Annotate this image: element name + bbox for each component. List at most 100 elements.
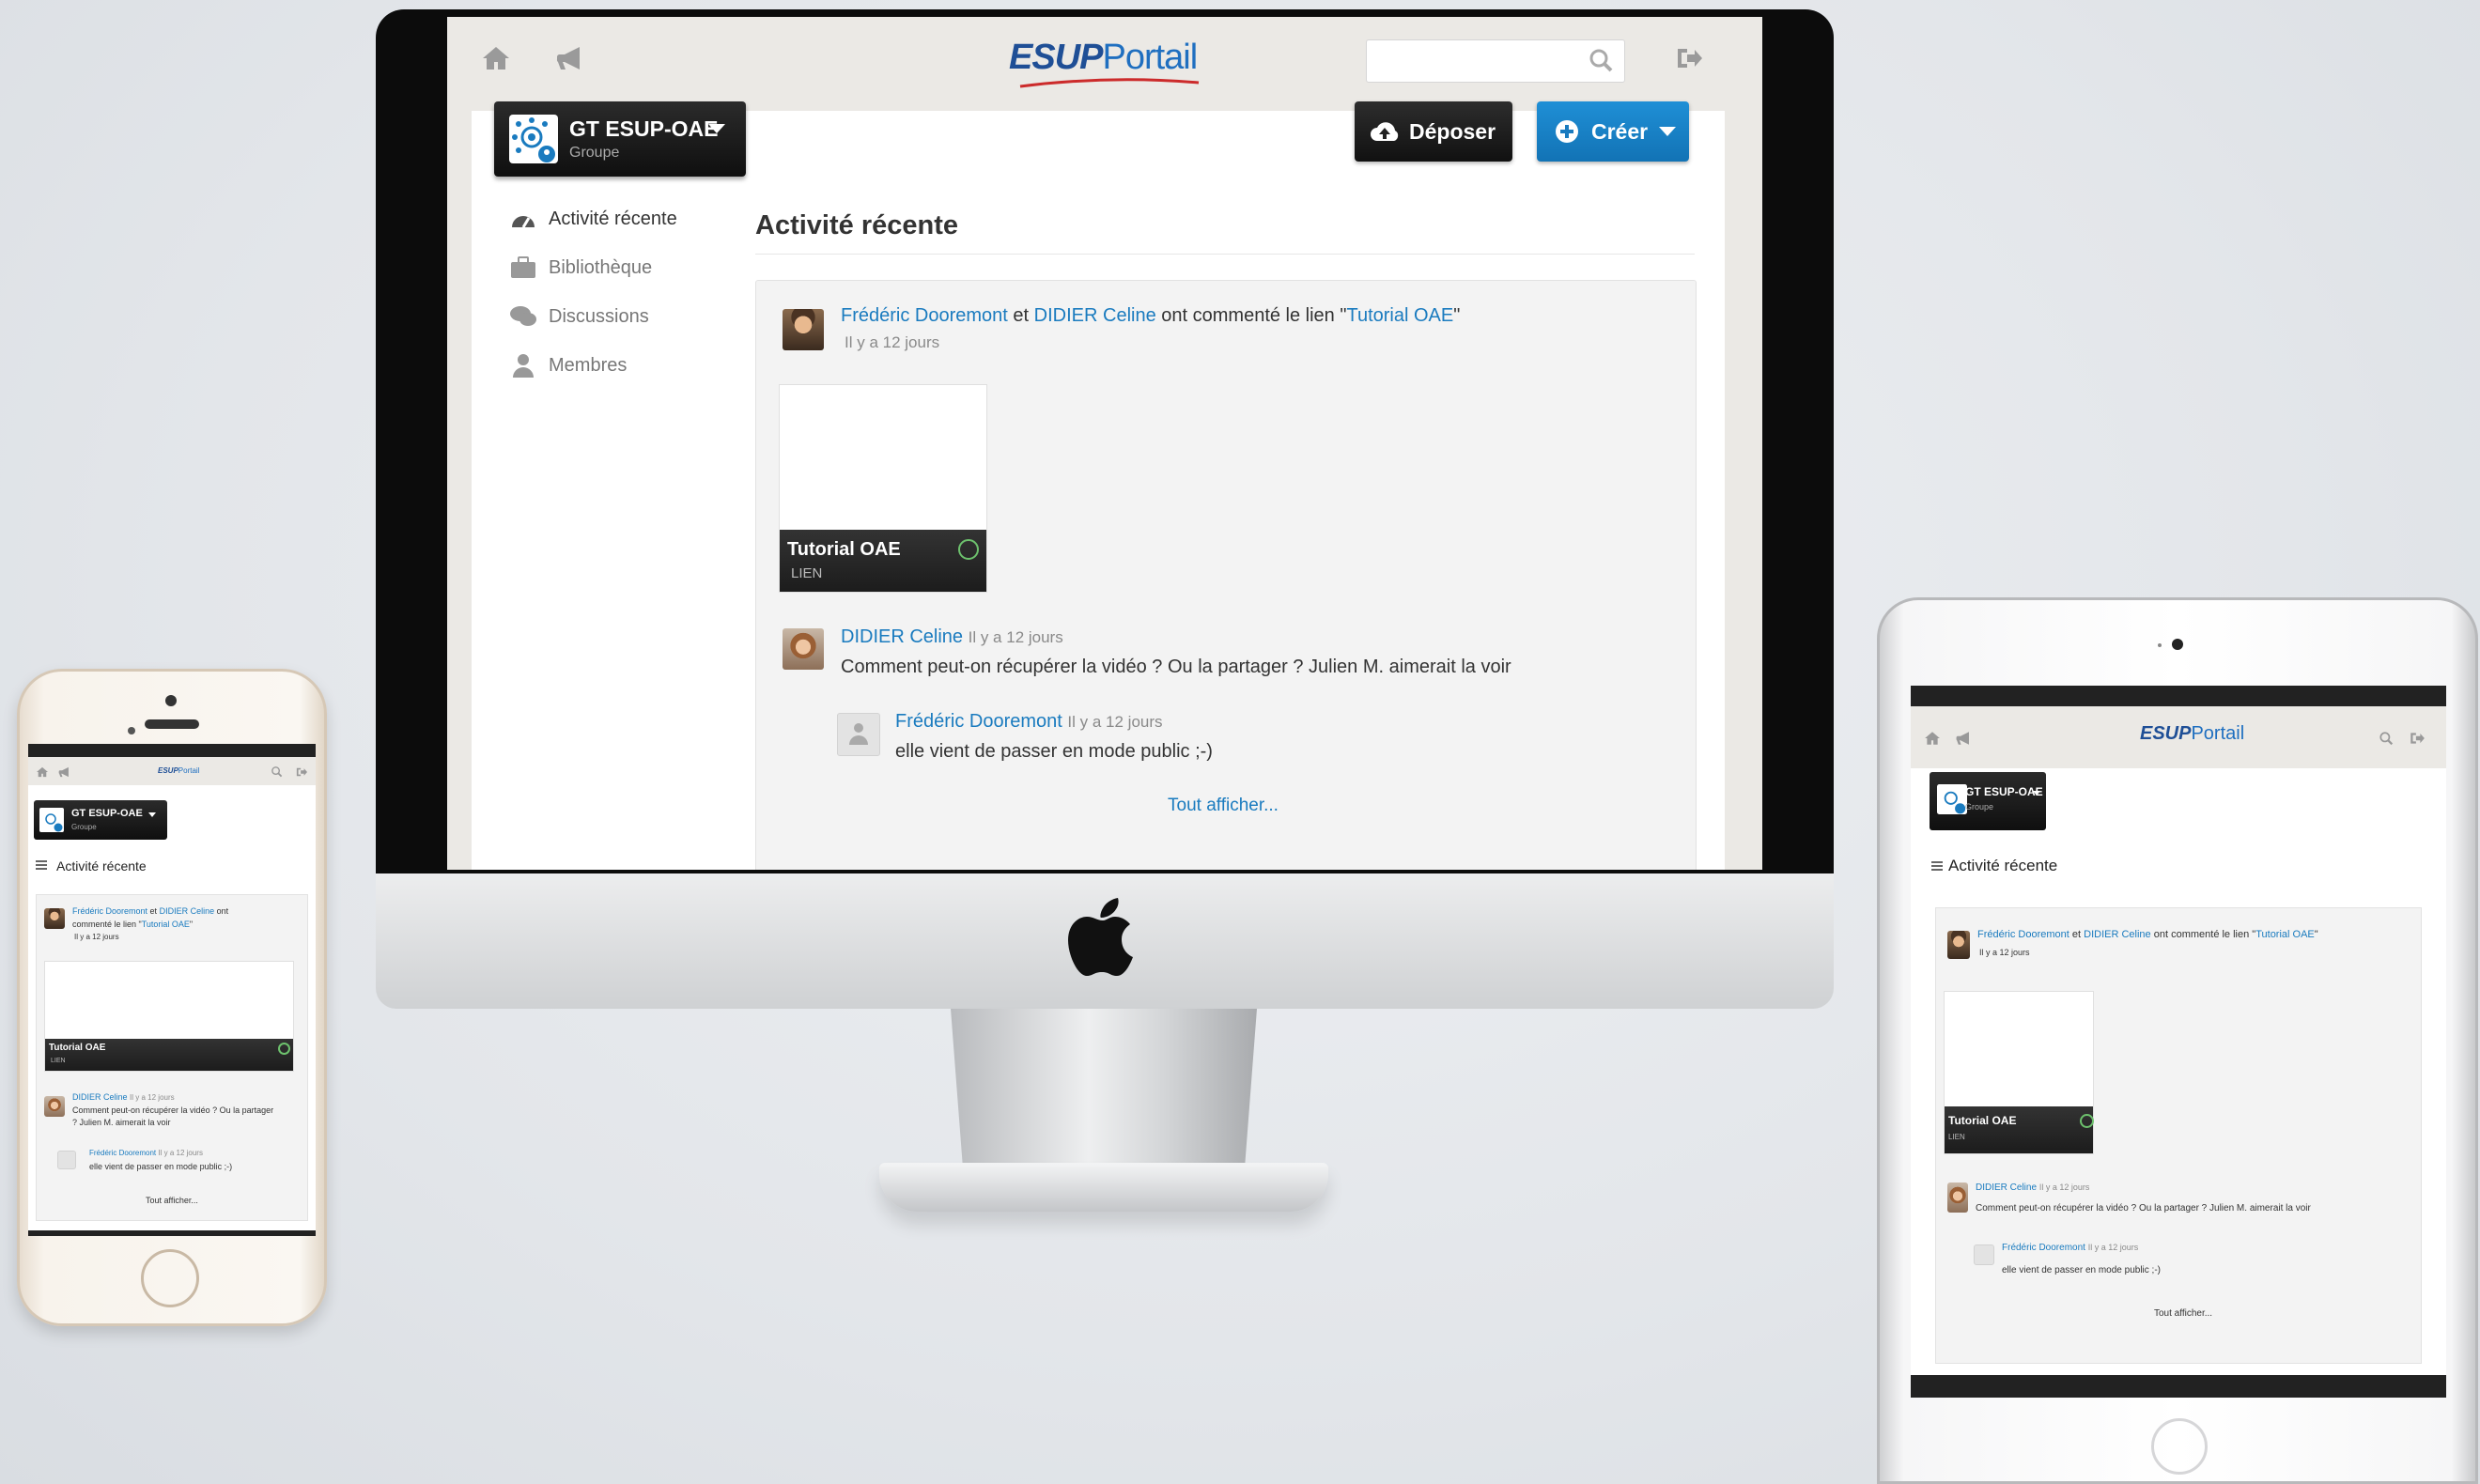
avatar[interactable] (1947, 1183, 1968, 1213)
comment-author-link[interactable]: DIDIER Celine (841, 626, 963, 647)
show-all-link[interactable]: Tout afficher... (1168, 796, 1279, 816)
avatar[interactable] (783, 628, 824, 670)
logout-icon[interactable] (1674, 45, 1704, 71)
home-icon[interactable] (481, 45, 511, 71)
briefcase-icon (511, 256, 535, 278)
group-icon (509, 115, 558, 163)
comment-text: Comment peut-on récupérer la vidéo ? Ou … (72, 1105, 274, 1115)
upload-button[interactable]: Déposer (1355, 101, 1512, 162)
reply-text: elle vient de passer en mode public ;-) (2002, 1265, 2161, 1275)
reply-header: Frédéric Dooremont Il y a 12 jours (89, 1149, 203, 1157)
sidebar-item-activite[interactable]: Activité récente (509, 203, 677, 235)
esup-portail-logo[interactable]: ESUPPortail (158, 766, 199, 775)
show-all-link[interactable]: Tout afficher... (146, 1196, 198, 1205)
avatar[interactable] (44, 908, 65, 929)
group-switcher[interactable]: GT ESUP-OAE Groupe (494, 101, 746, 177)
avatar[interactable] (1947, 931, 1970, 959)
user-icon (849, 723, 868, 745)
page-title: Activité récente (755, 210, 958, 240)
show-all-link[interactable]: Tout afficher... (2154, 1308, 2212, 1319)
menu-icon[interactable] (1931, 860, 1943, 872)
chevron-down-icon (2033, 791, 2040, 796)
avatar[interactable] (1974, 1244, 1994, 1265)
divider (755, 254, 1695, 255)
megaphone-icon[interactable] (556, 45, 588, 71)
activity-summary: Frédéric Dooremont et DIDIER Celine ont … (1977, 929, 2318, 940)
sidebar-item-label: Activité récente (549, 208, 677, 229)
avatar[interactable] (783, 309, 824, 350)
status-bar (28, 744, 316, 757)
target-link[interactable]: Tutorial OAE (1346, 305, 1453, 326)
search-icon[interactable] (2379, 731, 2394, 746)
activity-time: Il y a 12 jours (74, 933, 119, 941)
monitor-stand (951, 1009, 1257, 1168)
actor-link[interactable]: DIDIER Celine (1034, 305, 1156, 326)
sidebar-item-discussions[interactable]: Discussions (509, 301, 649, 332)
sidebar-item-label: Membres (549, 354, 628, 376)
esup-portail-logo[interactable]: ESUPPortail (1009, 38, 1198, 78)
link-icon (278, 1043, 290, 1055)
search-icon[interactable] (1588, 47, 1614, 73)
activity-card: Frédéric Dooremont et DIDIER Celine ont … (36, 894, 308, 1221)
thumbnail-title: Tutorial OAE (1948, 1114, 2017, 1127)
phone-camera (165, 695, 177, 706)
tablet-home-button[interactable] (2151, 1418, 2208, 1475)
thumbnail-title: Tutorial OAE (49, 1043, 106, 1053)
home-icon[interactable] (36, 766, 49, 778)
sidebar-item-label: Discussions (549, 305, 649, 327)
comment-time: Il y a 12 jours (968, 628, 1063, 646)
activity-time: Il y a 12 jours (1979, 948, 2030, 957)
bottom-bar (1911, 1375, 2446, 1398)
create-button[interactable]: Créer (1537, 101, 1689, 162)
menu-icon[interactable] (36, 860, 47, 870)
esup-portail-logo[interactable]: ESUPPortail (2140, 723, 2244, 745)
search-icon[interactable] (271, 765, 283, 778)
link-thumbnail[interactable]: Tutorial OAE LIEN (1944, 991, 2094, 1154)
group-switcher[interactable]: GT ESUP-OAE Groupe (34, 800, 167, 840)
avatar[interactable] (44, 1096, 65, 1117)
home-icon[interactable] (1924, 731, 1941, 746)
thumbnail-title: Tutorial OAE (787, 539, 901, 560)
reply-header: Frédéric Dooremont Il y a 12 jours (895, 711, 1163, 733)
tablet-camera (2172, 639, 2183, 650)
logout-icon[interactable] (2409, 731, 2426, 746)
comment-time: Il y a 12 jours (1067, 713, 1163, 731)
sidebar-item-membres[interactable]: Membres (509, 349, 627, 381)
group-type: Groupe (1965, 802, 1994, 812)
phone-screen: ESUPPortail GT ESUP-OAE Groupe Activité … (28, 744, 316, 1236)
activity-summary: Frédéric Dooremont et DIDIER Celine ont … (841, 305, 1461, 326)
activity-time: Il y a 12 jours (845, 333, 940, 351)
megaphone-icon[interactable] (58, 766, 72, 778)
activity-summary-line2: commenté le lien "Tutorial OAE" (72, 920, 194, 929)
tablet-sensor (2158, 643, 2162, 647)
reply-text: elle vient de passer en mode public ;-) (89, 1162, 233, 1171)
group-type: Groupe (569, 145, 620, 161)
activity-summary: Frédéric Dooremont et DIDIER Celine ont (72, 906, 229, 916)
chevron-down-icon (1659, 127, 1677, 136)
avatar[interactable] (837, 713, 880, 756)
status-bar (1911, 686, 2446, 706)
link-thumbnail[interactable]: Tutorial OAE LIEN (44, 961, 294, 1072)
megaphone-icon[interactable] (1956, 731, 1974, 746)
group-icon (39, 808, 64, 832)
activity-card: Frédéric Dooremont et DIDIER Celine ont … (755, 280, 1697, 870)
reply-header: Frédéric Dooremont Il y a 12 jours (2002, 1243, 2139, 1253)
comment-author-link[interactable]: Frédéric Dooremont (895, 711, 1062, 732)
actor-link[interactable]: Frédéric Dooremont (841, 305, 1008, 326)
comments-icon (510, 306, 536, 326)
avatar[interactable] (57, 1151, 76, 1169)
group-switcher[interactable]: GT ESUP-OAE Groupe (1930, 772, 2046, 830)
group-type: Groupe (71, 823, 97, 831)
comment-header: DIDIER Celine Il y a 12 jours (841, 626, 1063, 648)
thumbnail-type: LIEN (1948, 1133, 1965, 1141)
link-thumbnail[interactable]: Tutorial OAE LIEN (779, 384, 987, 593)
phone-home-button[interactable] (141, 1249, 199, 1307)
logout-icon[interactable] (295, 766, 308, 778)
plus-circle-icon (1556, 120, 1578, 143)
sidebar-item-bibliotheque[interactable]: Bibliothèque (509, 252, 652, 284)
link-icon (958, 539, 979, 560)
page-title: Activité récente (1948, 857, 2058, 874)
comment-text: Comment peut-on récupérer la vidéo ? Ou … (1976, 1203, 2311, 1213)
tablet-screen: ESUPPortail GT ESUP-OAE Groupe Activité … (1911, 686, 2446, 1398)
search-input[interactable] (1366, 39, 1625, 83)
